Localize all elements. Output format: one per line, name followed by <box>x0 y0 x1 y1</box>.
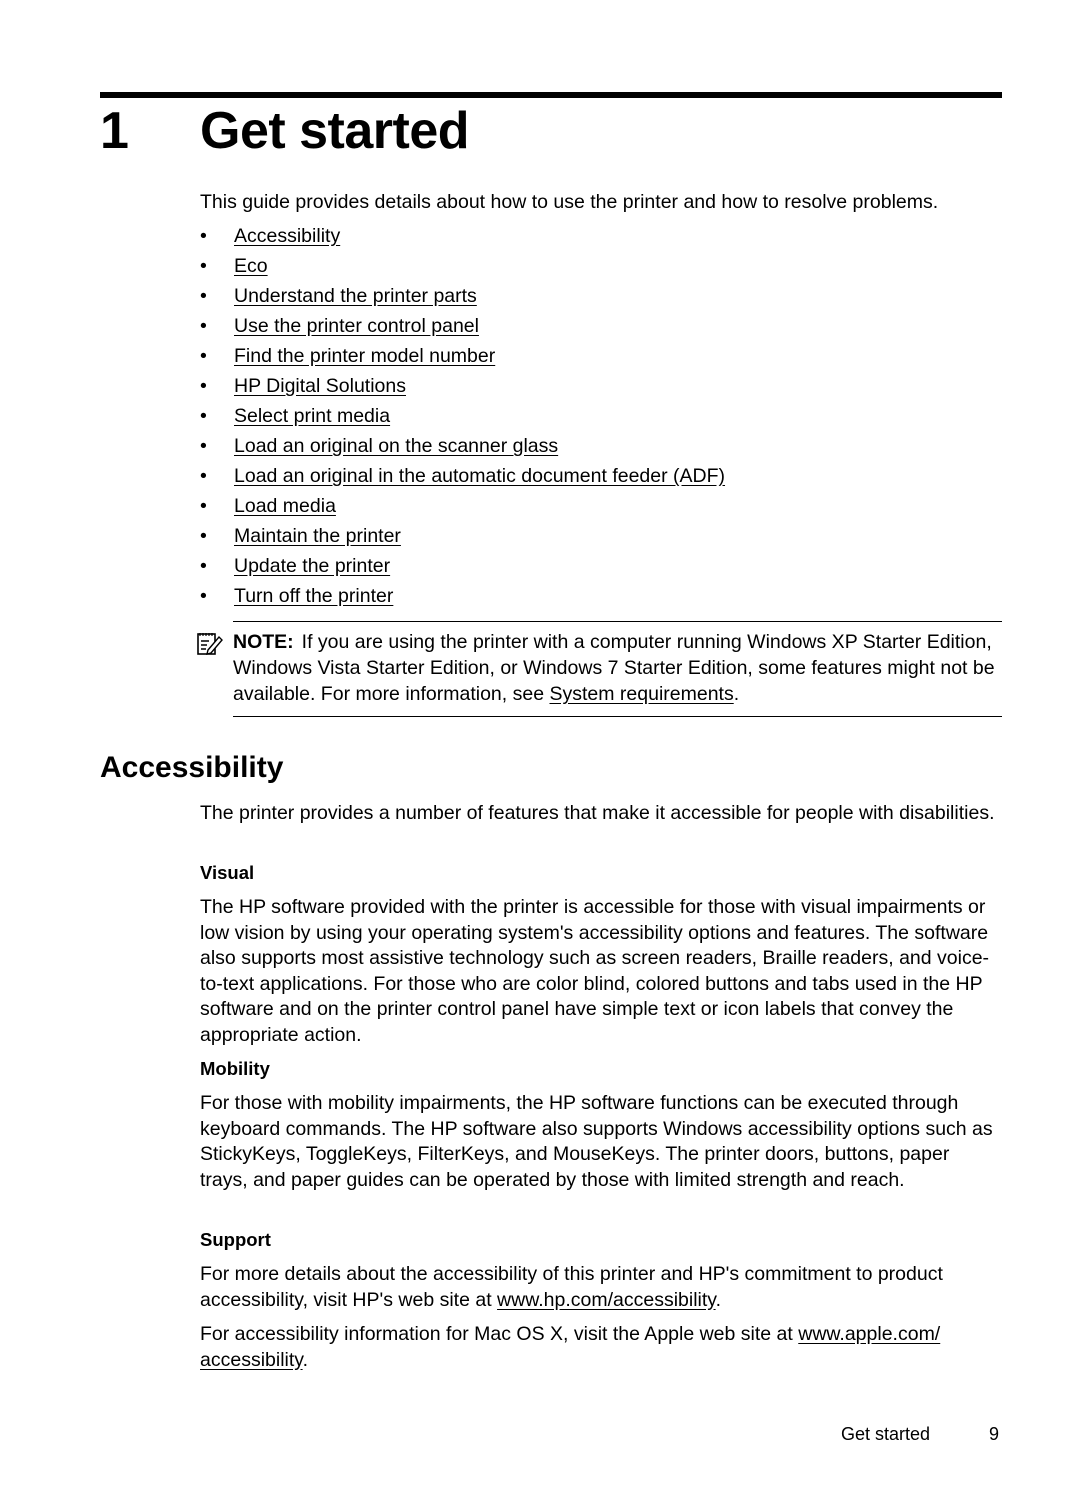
support-paragraph-hp: For more details about the accessibility… <box>200 1262 1002 1313</box>
list-item: • Load an original on the scanner glass <box>200 434 725 464</box>
bullet-icon: • <box>200 495 207 517</box>
subheading-support: Support <box>200 1229 271 1250</box>
note-box: NOTE: If you are using the printer with a… <box>197 621 1002 717</box>
list-item: • Select print media <box>200 404 725 434</box>
bullet-icon: • <box>200 555 207 577</box>
footer-section-label: Get started <box>841 1424 931 1444</box>
support-paragraph-apple: For accessibility information for Mac OS… <box>200 1322 1002 1373</box>
bullet-icon: • <box>200 255 207 277</box>
footer-page-number: 9 <box>989 1424 1000 1444</box>
link-hp-accessibility[interactable]: www.hp.com/accessibility <box>497 1289 716 1311</box>
list-item: • Load an original in the automatic docum… <box>200 464 725 494</box>
link-select-print-media[interactable]: Select print media <box>234 405 390 427</box>
link-understand-printer-parts[interactable]: Understand the printer parts <box>234 285 477 307</box>
chapter-number: 1 <box>100 102 129 160</box>
link-adf[interactable]: Load an original in the automatic docume… <box>234 465 725 487</box>
note-label: NOTE: <box>233 631 294 653</box>
accessibility-intro: The printer provides a number of feature… <box>200 802 995 824</box>
bullet-icon: • <box>200 375 207 397</box>
support-hp-text-end: . <box>715 1288 722 1311</box>
link-maintain-printer[interactable]: Maintain the printer <box>234 525 401 547</box>
section-heading-accessibility: Accessibility <box>100 751 284 784</box>
bullet-icon: • <box>200 315 207 337</box>
visual-paragraph: The HP software provided with the printe… <box>200 896 990 1046</box>
chapter-top-rule <box>100 92 1002 98</box>
link-system-requirements[interactable]: System requirements <box>549 683 733 705</box>
subheading-mobility: Mobility <box>200 1058 270 1079</box>
support-apple-text: For accessibility information for Mac OS… <box>200 1323 799 1345</box>
list-item: • Accessibility <box>200 224 725 254</box>
mobility-paragraph: For those with mobility impairments, the… <box>200 1092 993 1191</box>
list-item: • Use the printer control panel <box>200 314 725 344</box>
chapter-title: Get started <box>200 102 470 160</box>
list-item: • Maintain the printer <box>200 524 725 554</box>
support-apple-text-end: . <box>302 1348 309 1371</box>
bullet-icon: • <box>200 435 207 457</box>
link-turn-off-printer[interactable]: Turn off the printer <box>234 585 393 607</box>
bullet-icon: • <box>200 405 207 427</box>
link-load-media[interactable]: Load media <box>234 495 336 517</box>
bullet-icon: • <box>200 225 207 247</box>
bullet-icon: • <box>200 465 207 487</box>
list-item: • Eco <box>200 254 725 284</box>
list-item: • HP Digital Solutions <box>200 374 725 404</box>
bullet-icon: • <box>200 525 207 547</box>
note-pencil-icon <box>197 633 223 655</box>
link-scanner-glass[interactable]: Load an original on the scanner glass <box>234 435 558 457</box>
link-hp-digital-solutions[interactable]: HP Digital Solutions <box>234 375 406 397</box>
link-control-panel[interactable]: Use the printer control panel <box>234 315 479 337</box>
list-item: • Update the printer <box>200 554 725 584</box>
link-accessibility[interactable]: Accessibility <box>234 225 340 247</box>
bullet-icon: • <box>200 345 207 367</box>
list-item: • Find the printer model number <box>200 344 725 374</box>
list-item: • Load media <box>200 494 725 524</box>
chapter-intro: This guide provides details about how to… <box>200 191 939 213</box>
bullet-icon: • <box>200 285 207 307</box>
chapter-topic-list: • Accessibility • Eco • Understand the prin… <box>200 224 725 614</box>
subheading-visual: Visual <box>200 862 255 883</box>
note-text-end: . <box>733 683 740 705</box>
link-eco[interactable]: Eco <box>234 255 268 277</box>
link-update-printer[interactable]: Update the printer <box>234 555 390 577</box>
list-item: • Understand the printer parts <box>200 284 725 314</box>
link-model-number[interactable]: Find the printer model number <box>234 345 495 367</box>
list-item: • Turn off the printer <box>200 584 725 614</box>
bullet-icon: • <box>200 585 207 607</box>
